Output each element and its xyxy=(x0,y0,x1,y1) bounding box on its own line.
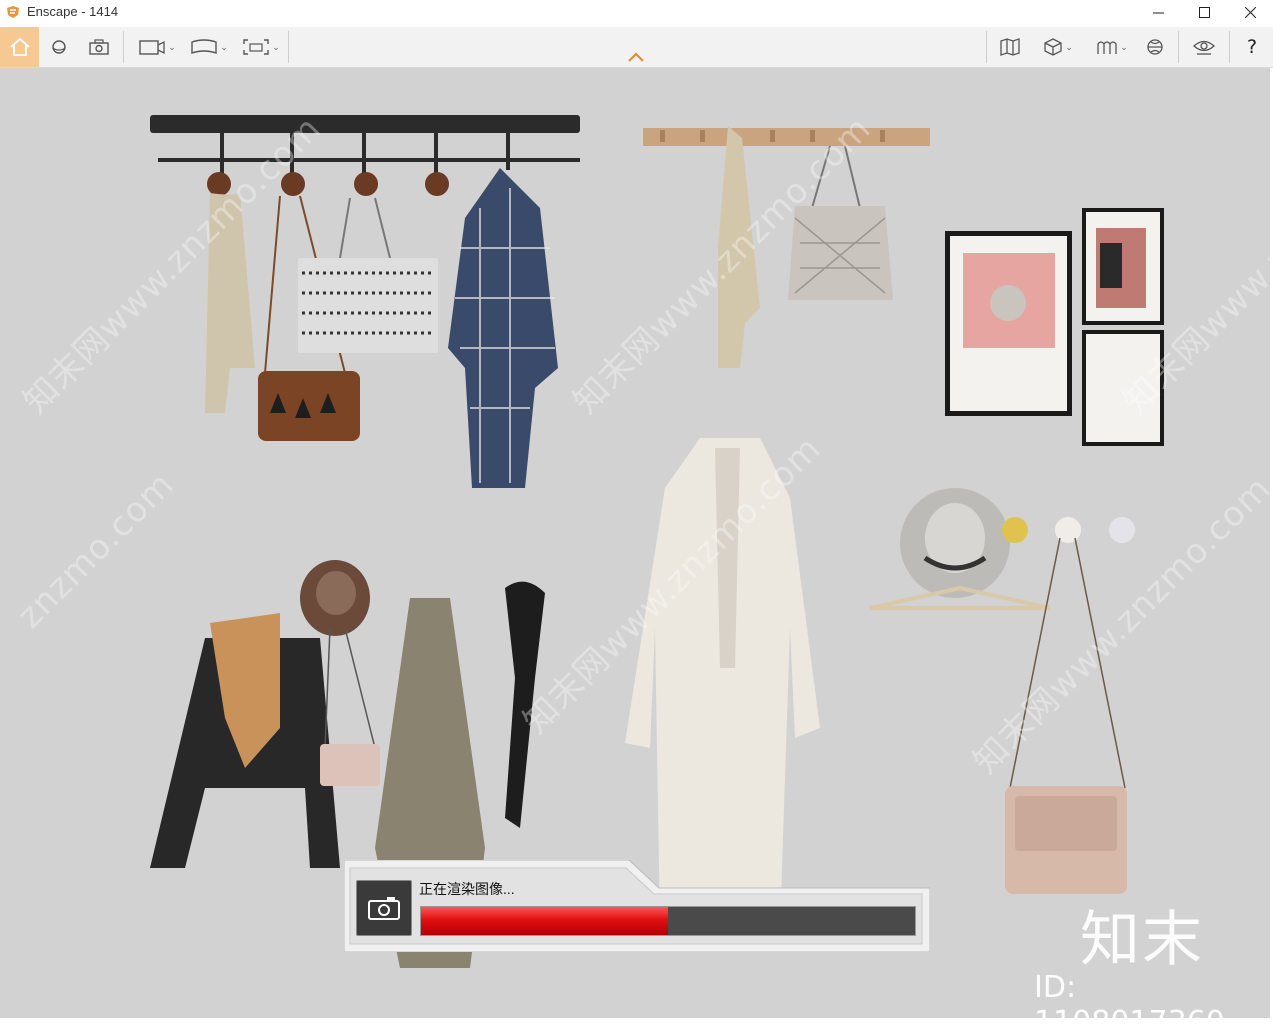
render-panorama-icon xyxy=(191,39,217,54)
maximize-button[interactable] xyxy=(1181,0,1227,24)
chevron-down-icon: ⌄ xyxy=(272,41,280,52)
render-progress-bar xyxy=(420,906,916,936)
asset-library-button[interactable]: ⌄ xyxy=(1088,27,1136,67)
toolbar-separator xyxy=(288,31,289,63)
screenshot-icon xyxy=(89,39,109,55)
title-bar: Enscape - 1414 xyxy=(0,0,1273,24)
minimize-button[interactable] xyxy=(1135,0,1181,24)
chevron-down-icon: ⌄ xyxy=(1120,41,1128,52)
help-button[interactable]: ? xyxy=(1238,27,1266,67)
toolbar-separator xyxy=(986,31,987,63)
close-button[interactable] xyxy=(1227,0,1273,24)
visual-settings-icon xyxy=(1147,39,1163,55)
chevron-down-icon: ⌄ xyxy=(168,41,176,52)
plaid-shirt xyxy=(448,168,558,488)
render-viewport[interactable]: 知末网www.znzmo.com 知末网www.znzmo.com 知末网www… xyxy=(0,68,1270,1025)
orbit-button[interactable] xyxy=(44,27,74,67)
close-icon xyxy=(1244,6,1256,18)
chevron-down-icon: ⌄ xyxy=(1065,41,1073,52)
home-button[interactable] xyxy=(0,27,39,67)
render-status-label: 正在渲染图像... xyxy=(419,881,515,897)
help-label: ? xyxy=(1246,36,1258,58)
toolbar-separator xyxy=(123,31,124,63)
map-icon xyxy=(1000,38,1020,56)
eye-view-icon xyxy=(1193,40,1215,55)
wooden-rack xyxy=(643,128,930,146)
window-title: Enscape - 1414 xyxy=(27,4,119,19)
chevron-up-icon[interactable] xyxy=(626,50,646,64)
visual-settings-button[interactable] xyxy=(1140,27,1170,67)
chevron-down-icon: ⌄ xyxy=(220,41,228,52)
bottom-strip xyxy=(0,1018,1273,1025)
render-progress-fill xyxy=(421,907,668,935)
camera-button[interactable] xyxy=(356,880,412,936)
home-icon xyxy=(9,37,30,56)
batch-render-icon xyxy=(243,39,269,55)
toolbar-separator xyxy=(1178,31,1179,63)
enscape-logo-icon xyxy=(7,6,19,18)
brand-logo: 知末 xyxy=(1080,905,1204,975)
brand-id: ID: 1108017360 xyxy=(1034,970,1225,1025)
orbit-icon xyxy=(52,40,66,54)
toolbar-separator xyxy=(1229,31,1230,63)
picture-frames xyxy=(945,208,1164,446)
eye-view-button[interactable] xyxy=(1188,27,1220,67)
cube-view-icon xyxy=(1044,38,1062,56)
render-panorama-button[interactable]: ⌄ xyxy=(186,27,232,67)
asset-library-icon xyxy=(1097,41,1117,54)
cube-view-button[interactable]: ⌄ xyxy=(1034,27,1082,67)
screenshot-button[interactable] xyxy=(84,27,114,67)
batch-render-button[interactable]: ⌄ xyxy=(238,27,284,67)
map-button[interactable] xyxy=(995,27,1025,67)
pink-crossbody-bag xyxy=(320,744,380,786)
maximize-icon xyxy=(1198,6,1210,18)
render-video-icon xyxy=(139,40,165,55)
minimize-icon xyxy=(1152,12,1164,13)
camera-icon xyxy=(368,897,400,920)
render-video-button[interactable]: ⌄ xyxy=(134,27,180,67)
render-progress-dialog: 正在渲染图像... xyxy=(344,860,930,952)
